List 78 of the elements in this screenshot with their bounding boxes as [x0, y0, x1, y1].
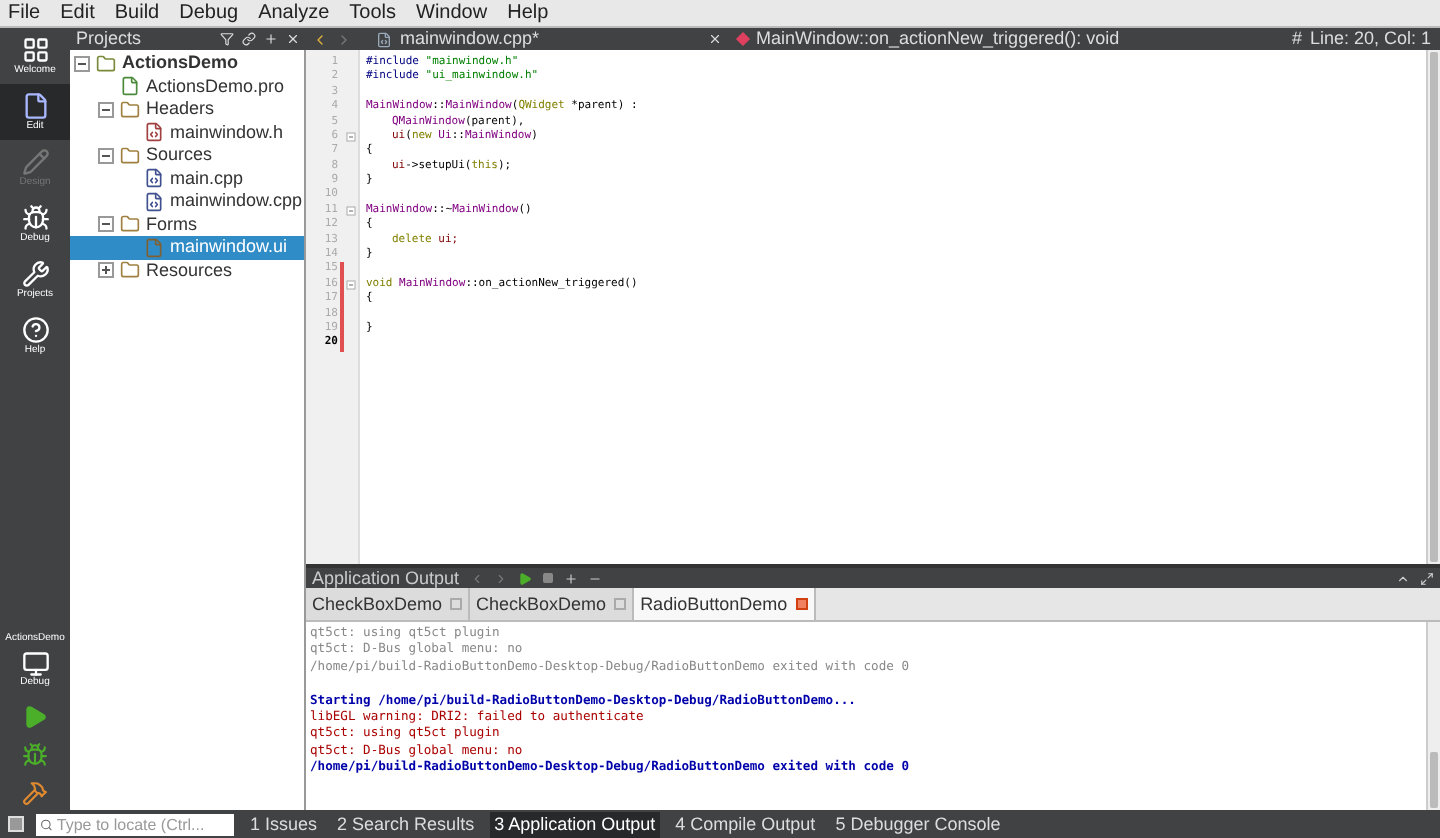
folder-icon	[120, 214, 140, 235]
tree-item[interactable]: ActionsDemo	[70, 52, 304, 75]
hash-sign: #	[1291, 30, 1302, 48]
tree-item[interactable]: mainwindow.cpp	[70, 190, 304, 213]
wrench-icon	[21, 260, 49, 288]
expand-icon[interactable]	[98, 262, 114, 279]
tree-item[interactable]: mainwindow.ui	[70, 236, 304, 259]
output-tab[interactable]: RadioButtonDemo	[634, 588, 816, 620]
menu-item[interactable]: Debug	[179, 3, 239, 23]
bug-icon	[21, 204, 49, 232]
collapse-icon[interactable]	[74, 55, 90, 72]
stop-icon[interactable]	[541, 572, 554, 584]
link-icon[interactable]	[242, 32, 256, 46]
run-icon[interactable]	[22, 704, 48, 730]
tree-item[interactable]: ActionsDemo.pro	[70, 75, 304, 98]
collapse-icon[interactable]	[98, 101, 114, 118]
folder-icon	[120, 145, 140, 166]
menu-item[interactable]: Analyze	[258, 3, 330, 23]
menu-item[interactable]: Tools	[349, 3, 397, 23]
search-icon	[40, 817, 53, 831]
tree-item[interactable]: main.cpp	[70, 167, 304, 190]
tree-item[interactable]: mainwindow.h	[70, 121, 304, 144]
folder-icon	[120, 99, 140, 120]
menu-item[interactable]: File	[8, 3, 41, 23]
menu-item[interactable]: Window	[416, 3, 488, 23]
output-pane-button[interactable]: 2 Search Results	[333, 811, 479, 837]
output-pane-button[interactable]: 4 Compile Output	[671, 811, 820, 837]
debug-run-icon[interactable]	[22, 742, 48, 768]
scrollbar[interactable]	[1426, 622, 1440, 810]
menu-item[interactable]: Build	[114, 3, 160, 23]
tree-item[interactable]: Headers	[70, 98, 304, 121]
locate-field[interactable]: Type to locate (Ctrl...	[36, 813, 234, 835]
pencil-icon	[21, 148, 49, 176]
output-tab[interactable]: CheckBoxDemo	[470, 588, 635, 620]
open-file[interactable]: mainwindow.cpp*	[400, 30, 700, 48]
panel-title: Projects	[76, 30, 144, 48]
file-icon	[144, 122, 164, 143]
help-icon	[21, 316, 49, 344]
maximize-icon[interactable]	[1420, 571, 1434, 585]
file-icon	[144, 191, 164, 212]
back-icon[interactable]	[469, 571, 484, 585]
menu-item[interactable]: Edit	[60, 3, 95, 23]
forward-icon[interactable]	[336, 31, 352, 47]
cursor-position: Line: 20, Col: 1	[1310, 30, 1434, 48]
tree-item[interactable]: Sources	[70, 144, 304, 167]
collapse-icon[interactable]	[98, 216, 114, 233]
tree-item[interactable]: Forms	[70, 213, 304, 236]
collapse-icon[interactable]	[98, 147, 114, 164]
scrollbar[interactable]	[1426, 50, 1440, 564]
file-icon	[120, 76, 140, 97]
file-icon	[376, 31, 392, 47]
output-pane-button[interactable]: 3 Application Output	[490, 811, 660, 837]
filter-icon[interactable]	[220, 32, 234, 46]
back-icon[interactable]	[312, 31, 328, 47]
grid-icon	[21, 36, 49, 64]
output-tab[interactable]: CheckBoxDemo	[306, 588, 471, 620]
fold-icon[interactable]	[346, 206, 356, 217]
zoom-in-icon[interactable]	[563, 571, 578, 585]
folder-icon	[120, 260, 140, 281]
pane-title: Application Output	[312, 569, 460, 587]
menu-item[interactable]: Help	[507, 3, 549, 23]
fold-icon[interactable]	[346, 132, 356, 143]
run-icon[interactable]	[517, 571, 532, 585]
output-pane-button[interactable]: 5 Debugger Console	[831, 811, 1005, 837]
fold-icon[interactable]	[346, 280, 356, 291]
forward-icon[interactable]	[493, 571, 508, 585]
output-pane-button[interactable]: 1 Issues	[246, 811, 322, 837]
monitor-icon	[21, 650, 49, 678]
file-icon	[144, 237, 164, 258]
tree-item[interactable]: Resources	[70, 259, 304, 282]
sidebar-toggle[interactable]	[8, 816, 24, 832]
build-icon[interactable]	[22, 780, 48, 806]
document-icon	[21, 92, 49, 120]
folder-icon	[96, 53, 116, 74]
close-icon[interactable]	[795, 598, 808, 610]
file-icon	[144, 168, 164, 189]
chevron-up-icon[interactable]	[1396, 571, 1410, 585]
symbol-selector[interactable]: MainWindow::on_actionNew_triggered(): void	[756, 30, 1284, 48]
